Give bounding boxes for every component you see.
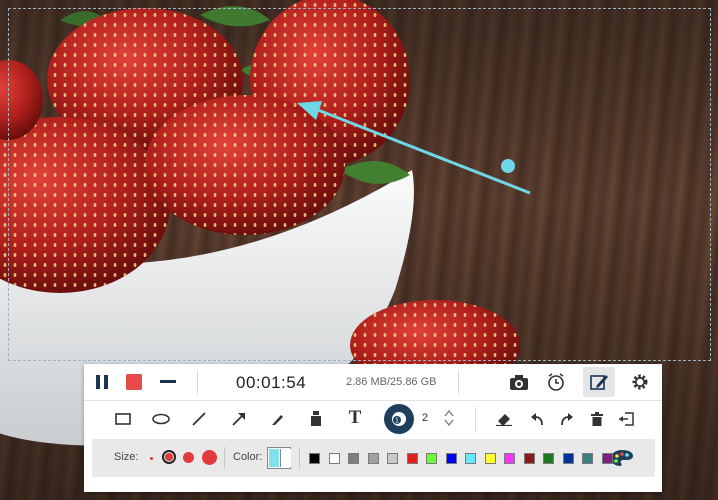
color-swatch[interactable] [328, 453, 340, 464]
color-label: Color: [233, 451, 263, 463]
color-swatch[interactable] [601, 453, 613, 464]
redo-icon[interactable] [556, 408, 578, 430]
divider [299, 447, 300, 469]
elapsed-time: 00:01:54 [236, 373, 307, 392]
eraser-icon[interactable] [493, 408, 515, 430]
size-medium[interactable] [183, 452, 194, 463]
divider [197, 370, 198, 394]
number-stepper-icon[interactable] [443, 407, 455, 429]
svg-text:1: 1 [395, 418, 399, 425]
color-swatch[interactable] [543, 453, 554, 464]
size-small-selected[interactable] [162, 450, 176, 464]
text-tool-icon[interactable]: T [344, 407, 366, 429]
color-swatch[interactable] [309, 453, 320, 464]
size-large[interactable] [202, 450, 217, 465]
color-swatch[interactable] [406, 453, 418, 464]
color-swatch[interactable] [504, 453, 515, 464]
gear-icon[interactable] [628, 370, 652, 394]
pencil-tool-icon[interactable] [267, 408, 289, 430]
color-swatch[interactable] [387, 453, 398, 464]
color-swatch[interactable] [484, 453, 496, 464]
color-swatch[interactable] [367, 453, 379, 464]
camera-icon[interactable] [507, 370, 531, 394]
pause-icon[interactable] [90, 370, 114, 394]
clock-icon[interactable] [544, 370, 568, 394]
divider [475, 407, 476, 431]
recording-controls-row: 00:01:54 2.86 MB/25.86 GB [84, 364, 662, 401]
edit-icon[interactable] [587, 370, 611, 394]
number-callout-tool-icon[interactable]: 1 [384, 404, 414, 434]
color-swatch[interactable] [582, 453, 593, 464]
rectangle-tool-icon[interactable] [112, 408, 134, 430]
color-swatch[interactable] [523, 453, 535, 464]
line-tool-icon[interactable] [188, 408, 210, 430]
arrow-tool-icon[interactable] [228, 408, 250, 430]
capture-region[interactable] [8, 8, 711, 361]
clear-trash-icon[interactable] [586, 408, 608, 430]
color-swatch[interactable] [348, 453, 359, 464]
number-value[interactable]: 2 [422, 412, 428, 424]
stop-icon[interactable] [122, 370, 146, 394]
exit-drawing-icon[interactable] [615, 408, 637, 430]
size-label: Size: [114, 451, 139, 463]
storage-usage: 2.86 MB/25.86 GB [346, 376, 437, 388]
size-color-panel: Size: Color: [92, 439, 655, 477]
current-color-indicator[interactable] [267, 447, 291, 469]
minimize-icon[interactable] [156, 370, 180, 394]
ellipse-tool-icon[interactable] [150, 408, 172, 430]
divider [224, 447, 225, 469]
divider [458, 370, 459, 394]
color-swatch[interactable] [445, 453, 457, 464]
highlighter-tool-icon[interactable] [305, 408, 327, 430]
drawing-tools-row: T 1 2 [84, 401, 662, 437]
color-swatch[interactable] [562, 453, 574, 464]
undo-icon[interactable] [526, 408, 548, 430]
color-swatch[interactable] [465, 453, 476, 464]
size-tiny[interactable] [150, 457, 153, 460]
palette-icon[interactable] [609, 448, 635, 468]
recording-toolbar: 00:01:54 2.86 MB/25.86 GB T 1 2 Size: Co… [84, 364, 662, 492]
color-swatch[interactable] [426, 453, 437, 464]
